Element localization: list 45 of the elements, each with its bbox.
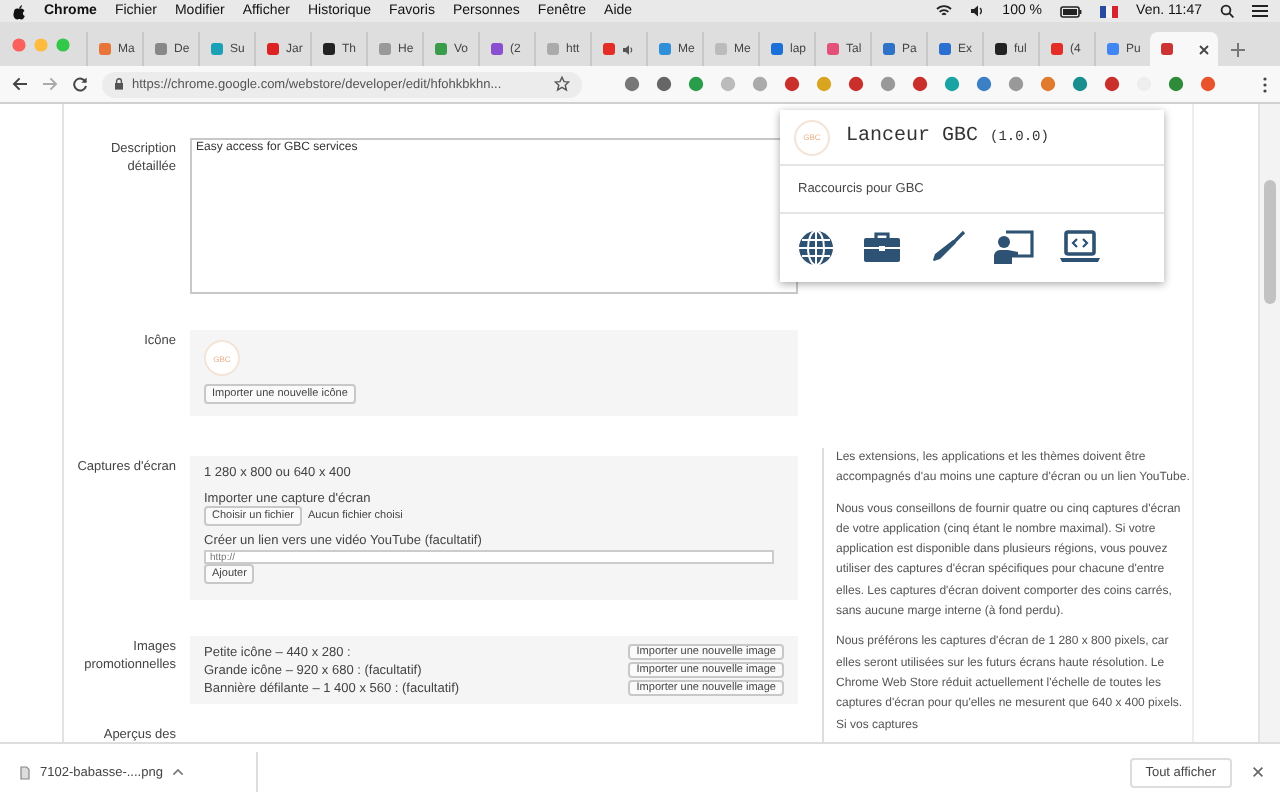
site-icon — [154, 42, 168, 56]
battery-icon[interactable] — [1060, 5, 1083, 17]
scrollbar[interactable] — [1258, 104, 1280, 742]
site-icon — [994, 42, 1008, 56]
site-icon — [98, 42, 112, 56]
speaker-icon[interactable] — [970, 4, 985, 18]
more-menu-icon[interactable] — [1262, 75, 1268, 93]
site-icon — [658, 42, 672, 56]
site-icon — [882, 42, 896, 56]
close-icon[interactable] — [1198, 43, 1210, 55]
apple-icon[interactable] — [12, 3, 26, 19]
site-icon — [210, 42, 224, 56]
speaker-icon[interactable] — [622, 43, 634, 55]
reload-icon[interactable] — [72, 76, 88, 92]
browser-tab[interactable] — [1150, 32, 1218, 66]
site-icon — [378, 42, 392, 56]
site-icon — [714, 42, 728, 56]
laptop-icon[interactable] — [1060, 228, 1100, 268]
caret-icon[interactable] — [172, 768, 185, 776]
site-icon — [938, 42, 952, 56]
site-icon — [546, 42, 560, 56]
site-icon — [434, 42, 448, 56]
briefcase-icon[interactable] — [862, 228, 902, 268]
site-icon — [770, 42, 784, 56]
new-tab-icon[interactable] — [1230, 42, 1246, 58]
search-icon[interactable] — [1220, 4, 1234, 18]
globe-icon[interactable] — [796, 228, 836, 268]
scrollbar-thumb[interactable] — [1264, 180, 1276, 304]
wifi-icon[interactable] — [936, 4, 953, 18]
star-icon[interactable] — [554, 76, 570, 92]
close-icon[interactable] — [1252, 766, 1264, 778]
lock-icon — [114, 78, 124, 90]
site-icon — [1160, 42, 1174, 56]
site-icon — [322, 42, 336, 56]
back-arrow-icon[interactable] — [12, 76, 28, 92]
site-icon — [826, 42, 840, 56]
site-icon — [490, 42, 504, 56]
site-icon — [602, 42, 616, 56]
flag-icon[interactable] — [1100, 5, 1119, 17]
menu-icon[interactable] — [1252, 4, 1268, 18]
site-icon — [266, 42, 280, 56]
file-icon — [20, 765, 30, 779]
site-icon — [1050, 42, 1064, 56]
presenter-icon[interactable] — [994, 228, 1034, 268]
site-icon — [1106, 42, 1120, 56]
